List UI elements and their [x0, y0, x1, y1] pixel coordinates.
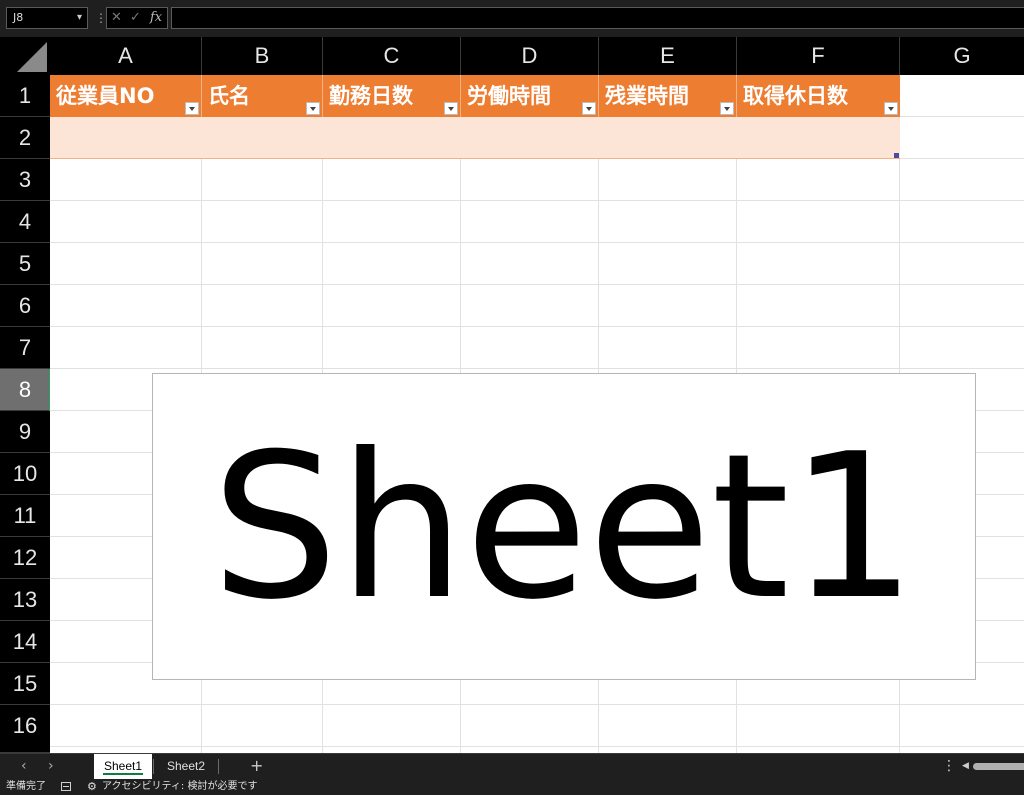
sheet-tab-label: Sheet2: [166, 759, 206, 773]
row-header-2[interactable]: 2: [0, 117, 50, 159]
sheet-tab-bar: ‹ › Sheet1 Sheet2 + ⋮ ◀: [0, 753, 1024, 779]
more-options-icon[interactable]: ⋮: [942, 754, 956, 778]
filter-dropdown-icon[interactable]: [185, 102, 199, 115]
table-header-label: 取得休日数: [743, 84, 848, 108]
filter-dropdown-icon[interactable]: [306, 102, 320, 115]
column-header-a[interactable]: A: [50, 37, 202, 75]
formula-buttons: ✕ ✓ fx: [106, 7, 168, 29]
sheet-tab-sheet2[interactable]: Sheet2: [157, 754, 215, 779]
row-header-9[interactable]: 9: [0, 411, 50, 453]
table-header-label: 氏名: [208, 84, 250, 108]
horizontal-scrollbar[interactable]: [973, 763, 1024, 770]
column-header-d[interactable]: D: [461, 37, 599, 75]
sheet-tab-sheet1[interactable]: Sheet1: [94, 754, 152, 779]
scroll-left-icon[interactable]: ◀: [962, 754, 969, 778]
filter-dropdown-icon[interactable]: [884, 102, 898, 115]
row-header-6[interactable]: 6: [0, 285, 50, 327]
column-header-g[interactable]: G: [900, 37, 1024, 75]
row-header-1[interactable]: 1: [0, 75, 50, 117]
tab-divider: [218, 759, 219, 774]
table-data-row[interactable]: [50, 117, 900, 159]
cancel-icon[interactable]: ✕: [111, 8, 122, 28]
add-sheet-button[interactable]: +: [250, 754, 263, 778]
name-box-value: J8: [13, 11, 24, 24]
tab-divider: [153, 759, 154, 774]
row-header-4[interactable]: 4: [0, 201, 50, 243]
accessibility-status[interactable]: アクセシビリティ: 検討が必要です: [102, 779, 257, 795]
row-header-7[interactable]: 7: [0, 327, 50, 369]
sheet-tab-label: Sheet1: [103, 759, 143, 773]
status-ready: 準備完了: [6, 781, 46, 792]
table-header-label: 従業員NO: [56, 84, 155, 108]
row-header-12[interactable]: 12: [0, 537, 50, 579]
column-header-b[interactable]: B: [202, 37, 323, 75]
enter-icon[interactable]: ✓: [130, 8, 141, 28]
select-all-button[interactable]: [0, 37, 50, 75]
column-header-f[interactable]: F: [737, 37, 900, 75]
table-header-employee-no[interactable]: 従業員NO: [50, 75, 202, 117]
filter-dropdown-icon[interactable]: [582, 102, 596, 115]
formula-bar: J8 ▾ ⋮ ✕ ✓ fx: [0, 0, 1024, 38]
row-header-11[interactable]: 11: [0, 495, 50, 537]
active-tab-underline: [103, 773, 143, 775]
row-header-3[interactable]: 3: [0, 159, 50, 201]
chevron-down-icon[interactable]: ▾: [77, 8, 82, 28]
insert-function-icon[interactable]: fx: [150, 8, 162, 28]
column-header-e[interactable]: E: [599, 37, 737, 75]
table-resize-handle[interactable]: [894, 153, 899, 158]
status-bar: 準備完了 ⚙ アクセシビリティ: 検討が必要です: [0, 779, 1024, 795]
filter-dropdown-icon[interactable]: [720, 102, 734, 115]
row-header-8[interactable]: 8: [0, 369, 50, 411]
table-header-holidays[interactable]: 取得休日数: [737, 75, 900, 117]
chevron-right-icon[interactable]: ›: [48, 756, 54, 776]
row-header-16[interactable]: 16: [0, 705, 50, 753]
chevron-left-icon[interactable]: ‹: [21, 756, 27, 776]
row-header-15[interactable]: 15: [0, 663, 50, 705]
text-shape[interactable]: Sheet1: [152, 373, 976, 680]
table-header-work-hours[interactable]: 労働時間: [461, 75, 599, 117]
macro-record-icon[interactable]: [61, 782, 71, 791]
select-all-icon: [17, 42, 47, 72]
accessibility-icon[interactable]: ⚙: [87, 779, 97, 795]
name-box[interactable]: J8 ▾: [6, 7, 88, 29]
table-header-overtime[interactable]: 残業時間: [599, 75, 737, 117]
table-header-label: 労働時間: [467, 84, 551, 108]
column-header-c[interactable]: C: [323, 37, 461, 75]
row-header-13[interactable]: 13: [0, 579, 50, 621]
table-header-label: 残業時間: [605, 84, 689, 108]
table-header-label: 勤務日数: [329, 84, 413, 108]
row-header-5[interactable]: 5: [0, 243, 50, 285]
row-header-14[interactable]: 14: [0, 621, 50, 663]
row-header-10[interactable]: 10: [0, 453, 50, 495]
filter-dropdown-icon[interactable]: [444, 102, 458, 115]
table-header-name[interactable]: 氏名: [202, 75, 323, 117]
table-header-work-days[interactable]: 勤務日数: [323, 75, 461, 117]
formula-input[interactable]: [171, 7, 1024, 29]
